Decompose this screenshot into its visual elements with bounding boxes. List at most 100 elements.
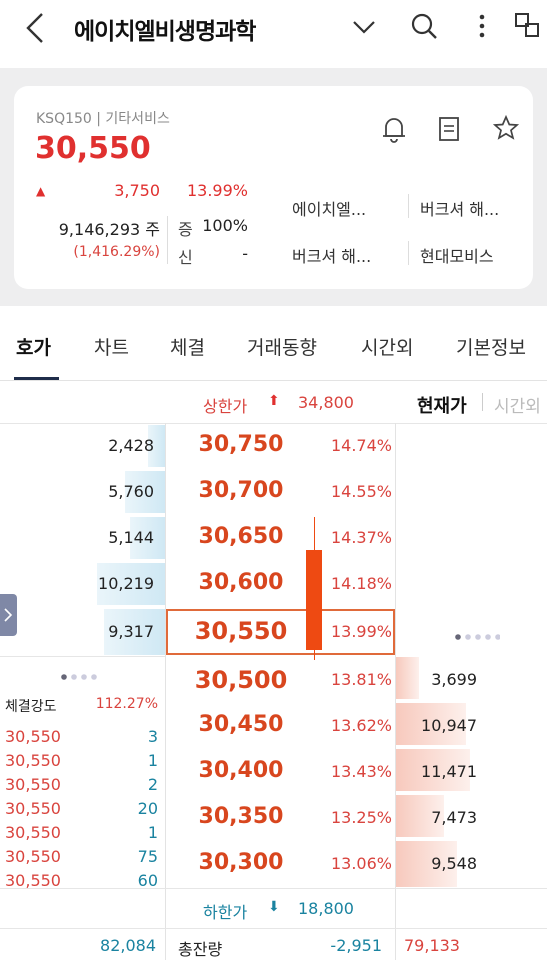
tab-trades[interactable]: 체결: [170, 333, 205, 360]
trade-price: 30,550: [5, 775, 61, 794]
trade-price: 30,550: [5, 847, 61, 866]
bid-volume: 7,473: [431, 808, 477, 827]
chevron-right-icon: [4, 608, 13, 622]
down-arrow-icon: ⬇: [268, 899, 280, 915]
bid-price[interactable]: 30,300: [166, 850, 316, 875]
trade-qty: 20: [137, 799, 158, 818]
price-change: 3,750: [114, 181, 160, 200]
memo-icon[interactable]: [436, 116, 462, 142]
related-stock-2[interactable]: 버크셔 해...: [420, 196, 499, 220]
current-price-tab[interactable]: 현재가: [417, 392, 467, 418]
tab-basic-info[interactable]: 기본정보: [456, 333, 526, 360]
bell-icon[interactable]: [380, 114, 408, 144]
related-stock-1[interactable]: 에이치엘...: [292, 196, 366, 220]
ask-volume: 5,760: [108, 482, 154, 501]
divider: [0, 423, 547, 424]
app-header: 에이치엘비생명과학: [0, 0, 547, 68]
bid-change-pct: 13.06%: [330, 854, 392, 873]
price-change-pct: 13.99%: [186, 181, 248, 200]
after-hours-tab[interactable]: 시간외: [494, 392, 547, 417]
total-bid-volume: 79,133: [404, 936, 460, 955]
divider: [167, 216, 168, 264]
page-indicator: [61, 674, 97, 680]
ask-price[interactable]: 30,650: [166, 524, 316, 549]
volume-ratio: (1,416.29%): [73, 244, 160, 260]
trade-price: 30,550: [5, 823, 61, 842]
total-diff: -2,951: [330, 936, 382, 955]
credit-label: 신: [178, 248, 193, 267]
more-vertical-icon[interactable]: [466, 10, 498, 42]
page-indicator: [455, 634, 500, 640]
related-stock-4[interactable]: 현대모비스: [420, 243, 494, 267]
window-switch-icon[interactable]: [512, 10, 544, 42]
current-price: 30,550: [35, 131, 151, 166]
ask-change-pct: 14.37%: [330, 528, 392, 547]
ask-volume: 5,144: [108, 528, 154, 547]
bid-change-pct: 13.81%: [330, 670, 392, 689]
tab-bar: 호가 차트 체결 거래동향 시간외 기본정보: [0, 306, 547, 381]
strength-label: 체결강도: [5, 699, 57, 715]
tab-after-hours[interactable]: 시간외: [361, 333, 413, 360]
trade-volume: 9,146,293 주: [58, 220, 160, 239]
trade-qty: 3: [147, 727, 158, 746]
back-arrow-icon[interactable]: [18, 10, 54, 46]
stock-summary-card: KSQ150 | 기타서비스 30,550 ▲ 3,750 13.99% 9,1…: [14, 86, 533, 289]
trade-qty: 75: [137, 847, 158, 866]
divider: [0, 928, 547, 929]
margin-label: 증: [178, 220, 193, 239]
divider: [408, 241, 409, 265]
ask-change-pct: 13.99%: [330, 622, 392, 641]
bid-volume: 3,699: [431, 670, 477, 689]
bid-change-pct: 13.43%: [330, 762, 392, 781]
divider: [408, 194, 409, 218]
candle-body: [306, 550, 322, 650]
lower-limit-label: 하한가: [203, 903, 248, 922]
up-triangle-icon: ▲: [36, 184, 46, 198]
total-ask-volume: 82,084: [100, 936, 156, 955]
trade-qty: 2: [147, 775, 158, 794]
bid-volume: 9,548: [431, 854, 477, 873]
market-label: KSQ150 | 기타서비스: [36, 111, 170, 127]
divider: [395, 929, 396, 960]
up-arrow-icon: ⬆: [268, 393, 280, 409]
ask-change-pct: 14.55%: [330, 482, 392, 501]
bid-volume: 10,947: [421, 716, 477, 735]
credit-value: -: [242, 244, 248, 263]
ask-volume: 10,219: [98, 574, 154, 593]
strength-value: 112.27%: [95, 696, 158, 712]
star-icon[interactable]: [492, 114, 520, 142]
bid-change-pct: 13.25%: [330, 808, 392, 827]
side-panel-handle[interactable]: [0, 594, 17, 636]
related-stock-3[interactable]: 버크셔 해...: [292, 243, 371, 267]
ask-price-current[interactable]: 30,550: [166, 617, 316, 645]
chevron-down-icon[interactable]: [348, 10, 380, 42]
tab-orderbook[interactable]: 호가: [16, 333, 51, 360]
bid-volume: 11,471: [421, 762, 477, 781]
trade-price: 30,550: [5, 727, 61, 746]
divider: [0, 656, 165, 657]
trade-price: 30,550: [5, 799, 61, 818]
search-icon[interactable]: [408, 10, 440, 42]
ask-change-pct: 14.18%: [330, 574, 392, 593]
bid-price[interactable]: 30,450: [166, 712, 316, 737]
divider: [165, 929, 166, 960]
trade-price: 30,550: [5, 751, 61, 770]
upper-limit-value: 34,800: [298, 393, 354, 412]
bid-price[interactable]: 30,350: [166, 804, 316, 829]
tab-trading-trend[interactable]: 거래동향: [247, 333, 317, 360]
active-tab-indicator: [14, 377, 59, 380]
divider: [0, 888, 547, 889]
trade-qty: 1: [147, 751, 158, 770]
bid-price[interactable]: 30,400: [166, 758, 316, 783]
ask-price[interactable]: 30,750: [166, 432, 316, 457]
tab-chart[interactable]: 차트: [94, 333, 129, 360]
trade-qty: 1: [147, 823, 158, 842]
divider: [482, 393, 483, 411]
margin-value: 100%: [202, 216, 248, 235]
bid-price[interactable]: 30,500: [166, 666, 316, 694]
upper-limit-label: 상한가: [203, 397, 248, 416]
ask-volume: 2,428: [108, 436, 154, 455]
ask-price[interactable]: 30,700: [166, 478, 316, 503]
lower-limit-value: 18,800: [298, 899, 354, 918]
ask-price[interactable]: 30,600: [166, 570, 316, 595]
